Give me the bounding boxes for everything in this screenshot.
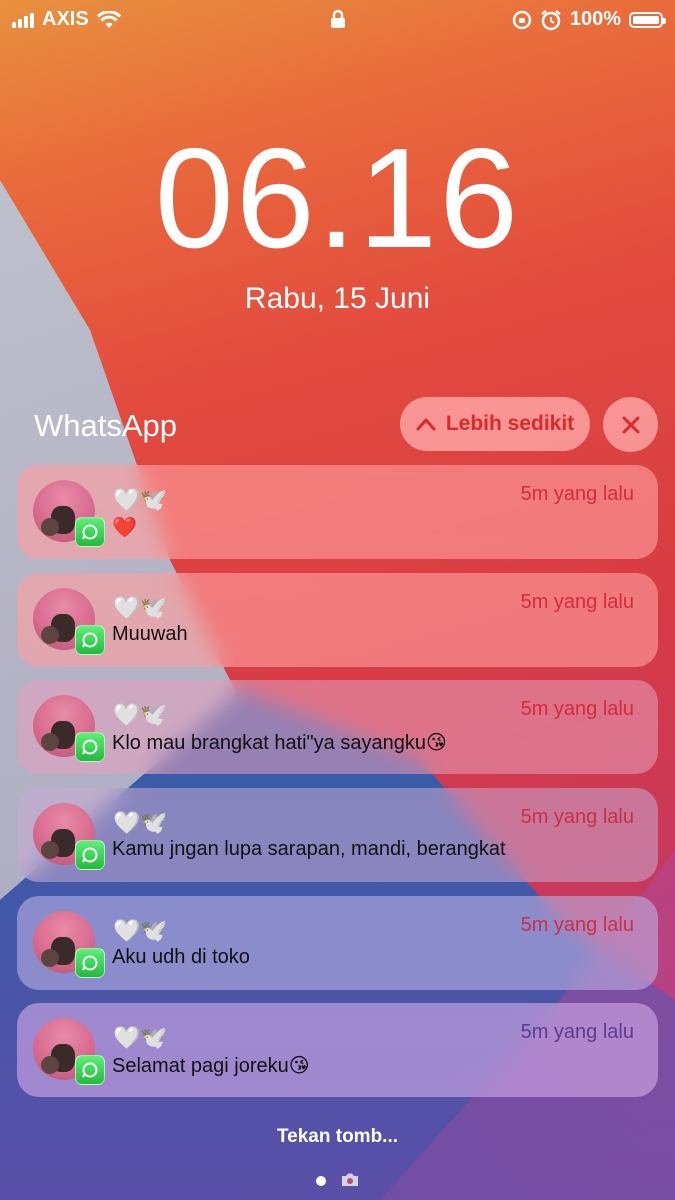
notification-time: 5m yang lalu: [520, 806, 634, 828]
wifi-icon: [96, 10, 121, 28]
notification-time: 5m yang lalu: [520, 483, 634, 505]
notification-sender: 🤍🕊️: [113, 595, 168, 620]
whatsapp-icon: [75, 948, 105, 978]
notification-sender: 🤍🕊️: [113, 918, 168, 943]
lock-screen-date: Rabu, 15 Juni: [244, 282, 431, 315]
unlock-hint: Tekan tomb...: [276, 1126, 399, 1147]
notification-time: 5m yang lalu: [520, 1021, 634, 1043]
whatsapp-icon: [75, 840, 105, 870]
chevron-up-icon: [416, 418, 436, 431]
notification-time: 5m yang lalu: [520, 914, 634, 936]
whatsapp-icon: [75, 1055, 105, 1085]
notification-message: Klo mau brangkat hati"ya sayangku😘: [112, 732, 447, 754]
notification-group-title: WhatsApp: [34, 408, 178, 443]
notification-item[interactable]: 🤍🕊️ 5m yang lalu Kamu jngan lupa sarapan…: [17, 788, 658, 882]
lock-icon: [331, 9, 345, 28]
carrier-name: AXIS: [42, 8, 89, 30]
rotation-lock-icon: [512, 10, 532, 29]
show-less-label: Lebih sedikit: [445, 412, 575, 435]
notification-time: 5m yang lalu: [520, 591, 634, 613]
page-indicator-dot[interactable]: [316, 1176, 326, 1186]
notification-time: 5m yang lalu: [520, 698, 634, 720]
notification-message: Selamat pagi joreku😘: [112, 1055, 310, 1077]
notification-message: Muuwah: [112, 623, 188, 645]
notification-sender: 🤍🕊️: [113, 810, 168, 835]
notification-message: Aku udh di toko: [112, 946, 250, 968]
notification-item[interactable]: 🤍🕊️ 5m yang lalu ❤️: [17, 465, 658, 559]
notification-sender: 🤍🕊️: [113, 1025, 168, 1050]
show-less-button[interactable]: Lebih sedikit: [400, 397, 590, 451]
alarm-icon: [541, 9, 561, 30]
status-bar: AXIS 100%: [0, 0, 675, 40]
notification-message: ❤️: [112, 517, 137, 539]
notification-sender: 🤍🕊️: [113, 702, 168, 727]
notification-message: Kamu jngan lupa sarapan, mandi, berangka…: [112, 838, 506, 860]
notification-item[interactable]: 🤍🕊️ 5m yang lalu Aku udh di toko: [17, 896, 658, 990]
close-icon: [622, 416, 639, 433]
battery-percent: 100%: [569, 8, 621, 30]
notification-item[interactable]: 🤍🕊️ 5m yang lalu Selamat pagi joreku😘: [17, 1003, 658, 1097]
notification-item[interactable]: 🤍🕊️ 5m yang lalu Klo mau brangkat hati"y…: [17, 680, 658, 774]
whatsapp-icon: [75, 732, 105, 762]
signal-icon: [12, 12, 34, 28]
whatsapp-icon: [75, 625, 105, 655]
notification-item[interactable]: 🤍🕊️ 5m yang lalu Muuwah: [17, 573, 658, 667]
whatsapp-icon: [75, 517, 105, 547]
camera-icon[interactable]: [340, 1172, 360, 1188]
clear-notifications-button[interactable]: [603, 397, 658, 452]
lock-screen-time: 06.16: [154, 119, 521, 278]
notification-sender: 🤍🕊️: [113, 487, 168, 512]
battery-icon: [629, 11, 666, 28]
